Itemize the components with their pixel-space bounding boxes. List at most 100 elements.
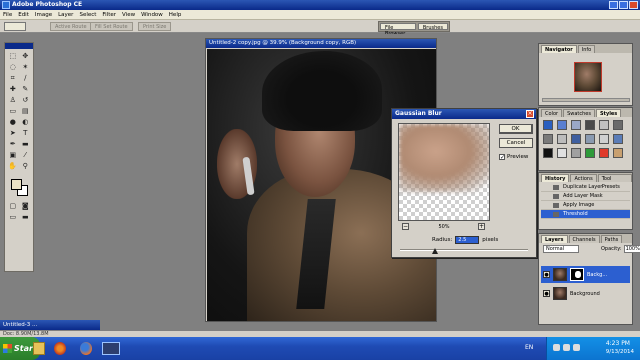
navigator-thumbnail[interactable] — [574, 62, 602, 92]
style-swatch[interactable] — [585, 120, 595, 130]
menu-layer[interactable]: Layer — [58, 12, 73, 18]
style-swatch[interactable] — [613, 120, 623, 130]
tab-history[interactable]: History — [541, 174, 570, 182]
tab-navigator[interactable]: Navigator — [541, 45, 577, 53]
well-tab-brushes[interactable]: Brushes — [417, 23, 448, 31]
history-item[interactable]: Add Layer Mask — [541, 192, 630, 201]
style-swatch[interactable] — [571, 148, 581, 158]
well-tab-file-browser[interactable]: File Browser — [380, 23, 416, 37]
history-brush-tool-icon[interactable]: ↺ — [20, 95, 32, 105]
style-swatch[interactable] — [599, 120, 609, 130]
clock-time[interactable]: 4:23 PM — [606, 340, 630, 347]
dodge-tool-icon[interactable]: ◐ — [20, 117, 32, 127]
options-button-2[interactable]: Fill Set Route — [90, 22, 133, 31]
marquee-tool-icon[interactable]: ⬚ — [7, 51, 19, 61]
cancel-button[interactable]: Cancel — [499, 138, 533, 148]
ok-button[interactable]: OK — [499, 124, 533, 134]
tab-info[interactable]: Info — [577, 45, 596, 53]
menu-edit[interactable]: Edit — [18, 12, 29, 18]
history-item[interactable]: Apply Image — [541, 201, 630, 210]
layer-mask-thumbnail[interactable] — [570, 268, 584, 281]
radius-input[interactable]: 2.5 — [455, 236, 480, 244]
radius-slider-thumb[interactable] — [431, 248, 438, 254]
tab-styles[interactable]: Styles — [595, 109, 622, 117]
photoshop-taskbar-icon[interactable] — [102, 342, 120, 355]
slice-tool-icon[interactable]: ∕ — [20, 73, 32, 83]
style-swatch[interactable] — [585, 148, 595, 158]
eye-icon[interactable]: ● — [543, 290, 550, 297]
options-button-3[interactable]: Print Size — [138, 22, 172, 31]
style-swatch[interactable] — [585, 134, 595, 144]
move-tool-icon[interactable]: ✥ — [20, 51, 32, 61]
style-swatch[interactable] — [613, 134, 623, 144]
layer-row[interactable]: ● Background — [541, 285, 630, 302]
standard-mode-icon[interactable]: ▢ — [7, 201, 19, 211]
eye-icon[interactable]: ● — [543, 271, 550, 278]
radius-slider[interactable] — [400, 249, 528, 251]
filter-preview[interactable] — [398, 123, 490, 221]
shape-tool-icon[interactable]: ▬ — [20, 139, 32, 149]
style-swatch[interactable] — [543, 148, 553, 158]
eyedropper-tool-icon[interactable]: ⁄ — [20, 150, 32, 160]
tab-layers[interactable]: Layers — [541, 235, 568, 243]
gradient-tool-icon[interactable]: ▤ — [20, 106, 32, 116]
media-player-icon[interactable] — [54, 342, 66, 355]
pen-tool-icon[interactable]: ✒ — [7, 139, 19, 149]
options-button-1[interactable]: Active Route — [50, 22, 92, 31]
menu-help[interactable]: Help — [169, 12, 182, 18]
menu-select[interactable]: Select — [79, 12, 96, 18]
magic-wand-tool-icon[interactable]: ✶ — [20, 62, 32, 72]
full-screen-icon[interactable]: ▬ — [20, 212, 32, 222]
menu-image[interactable]: Image — [35, 12, 52, 18]
hand-tool-icon[interactable]: ✋ — [7, 161, 19, 171]
style-swatch[interactable] — [613, 148, 623, 158]
style-swatch[interactable] — [571, 120, 581, 130]
path-selection-tool-icon[interactable]: ➤ — [7, 128, 19, 138]
dialog-title[interactable]: Gaussian Blur — [392, 109, 536, 119]
dialog-close-icon[interactable]: × — [526, 110, 534, 118]
lasso-tool-icon[interactable]: ◌ — [7, 62, 19, 72]
style-swatch[interactable] — [557, 134, 567, 144]
type-tool-icon[interactable]: T — [20, 128, 32, 138]
tab-swatches[interactable]: Swatches — [563, 109, 595, 117]
quick-mask-icon[interactable]: ◙ — [20, 201, 32, 211]
blend-mode-select[interactable]: Normal — [543, 245, 579, 253]
opacity-input[interactable]: 100% — [623, 245, 640, 253]
folder-icon[interactable] — [33, 342, 45, 355]
healing-brush-tool-icon[interactable]: ✚ — [7, 84, 19, 94]
tray-volume-icon[interactable] — [563, 344, 570, 351]
tray-network-icon[interactable] — [553, 344, 560, 351]
foreground-color-swatch[interactable] — [11, 179, 22, 190]
close-button[interactable] — [629, 1, 638, 9]
menu-file[interactable]: File — [3, 12, 12, 18]
preview-checkbox-row[interactable]: ✓ Preview — [499, 154, 528, 161]
navigator-zoom-slider[interactable] — [542, 98, 630, 102]
zoom-tool-icon[interactable]: ⚲ — [20, 161, 32, 171]
tab-paths[interactable]: Paths — [600, 235, 623, 243]
style-swatch[interactable] — [543, 120, 553, 130]
style-swatch[interactable] — [599, 148, 609, 158]
menu-window[interactable]: Window — [141, 12, 163, 18]
zoom-in-button[interactable]: + — [478, 223, 485, 230]
tab-tool-presets[interactable]: Tool Presets — [597, 174, 632, 190]
style-swatch[interactable] — [543, 134, 553, 144]
preview-checkbox[interactable]: ✓ — [499, 154, 505, 161]
maximize-button[interactable] — [619, 1, 628, 9]
screen-mode-icon[interactable]: ▭ — [7, 212, 19, 222]
tray-app-icon[interactable] — [573, 344, 580, 351]
menu-filter[interactable]: Filter — [102, 12, 116, 18]
style-swatch[interactable] — [599, 134, 609, 144]
menu-view[interactable]: View — [122, 12, 135, 18]
minimized-document[interactable]: Untitled-3 ... — [0, 320, 100, 330]
style-swatch[interactable] — [557, 148, 567, 158]
style-swatch[interactable] — [571, 134, 581, 144]
notes-tool-icon[interactable]: ▣ — [7, 150, 19, 160]
tab-actions[interactable]: Actions — [570, 174, 597, 182]
language-indicator[interactable]: EN — [525, 344, 533, 351]
minimize-button[interactable] — [609, 1, 618, 9]
clone-stamp-tool-icon[interactable]: ♙ — [7, 95, 19, 105]
document-title[interactable]: Untitled-2 copy.jpg @ 39.9% (Background … — [206, 39, 436, 48]
brush-tool-icon[interactable]: ✎ — [20, 84, 32, 94]
firefox-icon[interactable] — [80, 342, 92, 355]
style-swatch[interactable] — [557, 120, 567, 130]
